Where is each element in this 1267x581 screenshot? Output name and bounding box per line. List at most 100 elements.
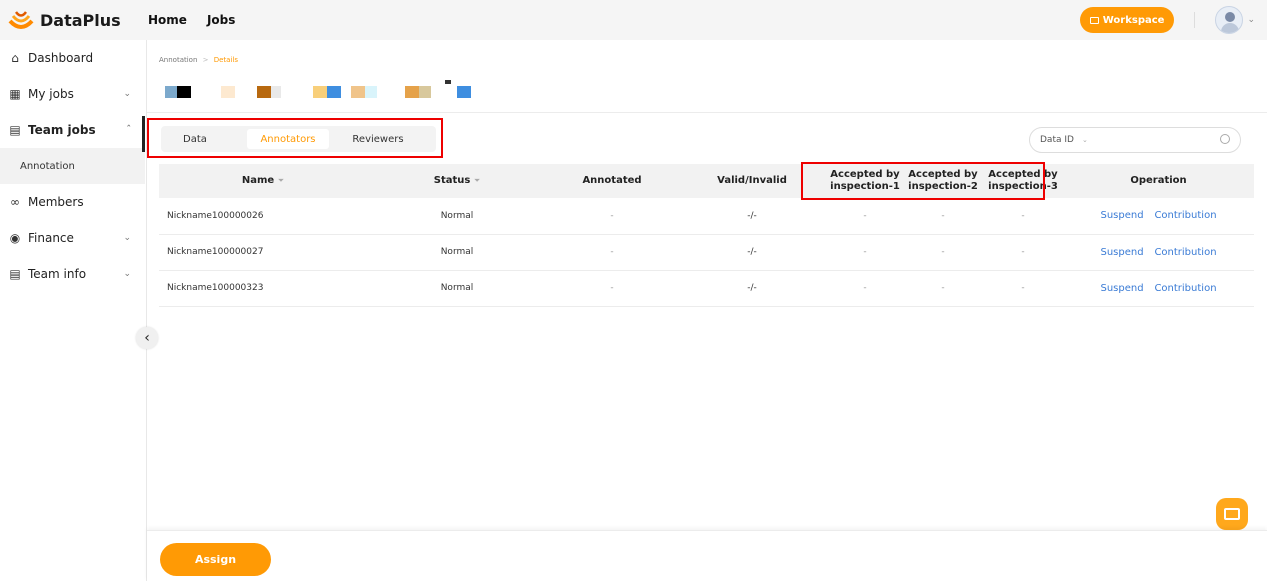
tab-reviewers[interactable]: Reviewers <box>343 129 413 149</box>
cell-name: Nickname100000026 <box>159 198 367 235</box>
column-header-accepted-1: Accepted by inspection-1 <box>827 164 903 198</box>
breadcrumb-separator: > <box>202 56 209 64</box>
breadcrumb-parent[interactable]: Annotation <box>159 56 197 64</box>
column-header-status[interactable]: Status ⏷ <box>367 164 547 198</box>
cell-valid-invalid: -/- <box>677 234 827 271</box>
sidebar-item-label: Dashboard <box>28 51 94 65</box>
sidebar-item-my-jobs[interactable]: ▦ My jobs ⌄ <box>0 76 145 112</box>
finance-icon: ◉ <box>9 231 21 245</box>
sidebar-item-finance[interactable]: ◉ Finance ⌄ <box>0 220 145 256</box>
assign-button[interactable]: Assign <box>160 543 271 576</box>
cell-accepted-3: - <box>983 234 1063 271</box>
sidebar-subitem-label: Annotation <box>20 160 75 172</box>
chevron-up-icon: ˆ <box>126 125 132 135</box>
home-icon: ⌂ <box>11 51 19 65</box>
breadcrumb: Annotation > Details <box>159 56 238 64</box>
suspend-link[interactable]: Suspend <box>1100 247 1143 258</box>
sidebar-item-dashboard[interactable]: ⌂ Dashboard <box>0 40 145 76</box>
workspace-button[interactable]: Workspace <box>1079 7 1175 33</box>
cell-accepted-2: - <box>903 234 983 271</box>
chevron-down-icon: ⌄ <box>1081 136 1088 144</box>
avatar[interactable] <box>1215 6 1244 34</box>
sidebar-item-members[interactable]: ∞ Members <box>0 184 145 220</box>
cell-valid-invalid: -/- <box>677 270 827 307</box>
divider <box>1194 12 1196 28</box>
search-field-select[interactable]: Data ID ⌄ <box>1030 135 1100 145</box>
footer-bar: Assign <box>147 530 1267 581</box>
top-bar: DataPlus Home Jobs Workspace ⌄ <box>0 0 1267 40</box>
calendar-icon: ▦ <box>9 87 21 101</box>
cell-accepted-2: - <box>903 198 983 235</box>
column-header-operation: Operation <box>1063 164 1254 198</box>
filter-icon: ⏷ <box>277 176 285 185</box>
workspace-label: Workspace <box>1102 14 1165 26</box>
table-header-row: Name ⏷ Status ⏷ Annotated Valid/Invalid … <box>159 164 1254 198</box>
suspend-link[interactable]: Suspend <box>1100 283 1143 294</box>
contribution-link[interactable]: Contribution <box>1154 247 1216 258</box>
chevron-down-icon: ⌄ <box>123 89 131 99</box>
cell-operation: Suspend Contribution <box>1063 198 1254 235</box>
column-header-accepted-2: Accepted by inspection-2 <box>903 164 983 198</box>
tab-bar: Data Annotators Reviewers <box>161 126 436 152</box>
cell-annotated: - <box>547 270 677 307</box>
sidebar-item-label: Members <box>28 195 84 209</box>
team-jobs-icon: ▤ <box>9 123 21 137</box>
table-row: Nickname100000323 Normal - -/- - - - Sus… <box>159 270 1254 307</box>
cell-accepted-1: - <box>827 234 903 271</box>
sidebar: ⌂ Dashboard ▦ My jobs ⌄ ▤ Team jobs ˆ An… <box>0 40 145 581</box>
members-icon: ∞ <box>10 195 20 209</box>
workspace-icon <box>1089 16 1099 24</box>
tab-annotators[interactable]: Annotators <box>247 129 329 149</box>
cell-operation: Suspend Contribution <box>1063 234 1254 271</box>
cell-name: Nickname100000027 <box>159 234 367 271</box>
sidebar-subitem-annotation[interactable]: Annotation <box>0 148 145 184</box>
table-row: Nickname100000027 Normal - -/- - - - Sus… <box>159 234 1254 271</box>
contribution-link[interactable]: Contribution <box>1154 210 1216 221</box>
search-box[interactable]: Data ID ⌄ <box>1029 127 1241 153</box>
cell-valid-invalid: -/- <box>677 198 827 235</box>
sidebar-item-label: My jobs <box>28 87 74 101</box>
filter-icon: ⏷ <box>473 176 481 185</box>
cell-operation: Suspend Contribution <box>1063 270 1254 307</box>
breadcrumb-current: Details <box>213 56 239 64</box>
sidebar-item-team-jobs[interactable]: ▤ Team jobs ˆ <box>0 112 145 152</box>
cell-accepted-1: - <box>827 270 903 307</box>
cell-annotated: - <box>547 198 677 235</box>
cell-status: Normal <box>367 234 547 271</box>
mail-icon <box>1224 508 1240 520</box>
dataplus-logo-icon <box>8 9 34 31</box>
sidebar-item-label: Team jobs <box>28 123 96 137</box>
cell-accepted-1: - <box>827 198 903 235</box>
column-header-valid-invalid: Valid/Invalid <box>677 164 827 198</box>
chevron-down-icon: ⌄ <box>123 269 131 279</box>
main-content: Annotation > Details Data Annotators Rev… <box>147 40 1267 581</box>
header-divider <box>147 112 1267 113</box>
search-icon[interactable] <box>1220 134 1230 144</box>
annotators-table: Name ⏷ Status ⏷ Annotated Valid/Invalid … <box>159 164 1254 307</box>
chevron-down-icon[interactable]: ⌄ <box>1247 15 1255 25</box>
cell-annotated: - <box>547 234 677 271</box>
cell-accepted-3: - <box>983 270 1063 307</box>
nav-jobs[interactable]: Jobs <box>207 13 235 27</box>
column-header-name[interactable]: Name ⏷ <box>159 164 367 198</box>
contribution-link[interactable]: Contribution <box>1154 283 1216 294</box>
logo[interactable]: DataPlus <box>8 9 148 31</box>
cell-status: Normal <box>367 270 547 307</box>
cell-accepted-3: - <box>983 198 1063 235</box>
team-info-icon: ▤ <box>9 267 21 281</box>
table-row: Nickname100000026 Normal - -/- - - - Sus… <box>159 198 1254 235</box>
message-button[interactable] <box>1216 498 1248 530</box>
cell-status: Normal <box>367 198 547 235</box>
brand-name: DataPlus <box>40 10 121 30</box>
column-header-accepted-3: Accepted by inspection-3 <box>983 164 1063 198</box>
search-field-label: Data ID <box>1040 135 1074 145</box>
suspend-link[interactable]: Suspend <box>1100 210 1143 221</box>
chevron-down-icon: ⌄ <box>123 233 131 243</box>
sidebar-item-team-info[interactable]: ▤ Team info ⌄ <box>0 256 145 292</box>
cell-name: Nickname100000323 <box>159 270 367 307</box>
tab-data[interactable]: Data <box>165 129 225 149</box>
sidebar-item-label: Team info <box>28 267 87 281</box>
sidebar-item-label: Finance <box>28 231 74 245</box>
nav-home[interactable]: Home <box>148 13 187 27</box>
cell-accepted-2: - <box>903 270 983 307</box>
